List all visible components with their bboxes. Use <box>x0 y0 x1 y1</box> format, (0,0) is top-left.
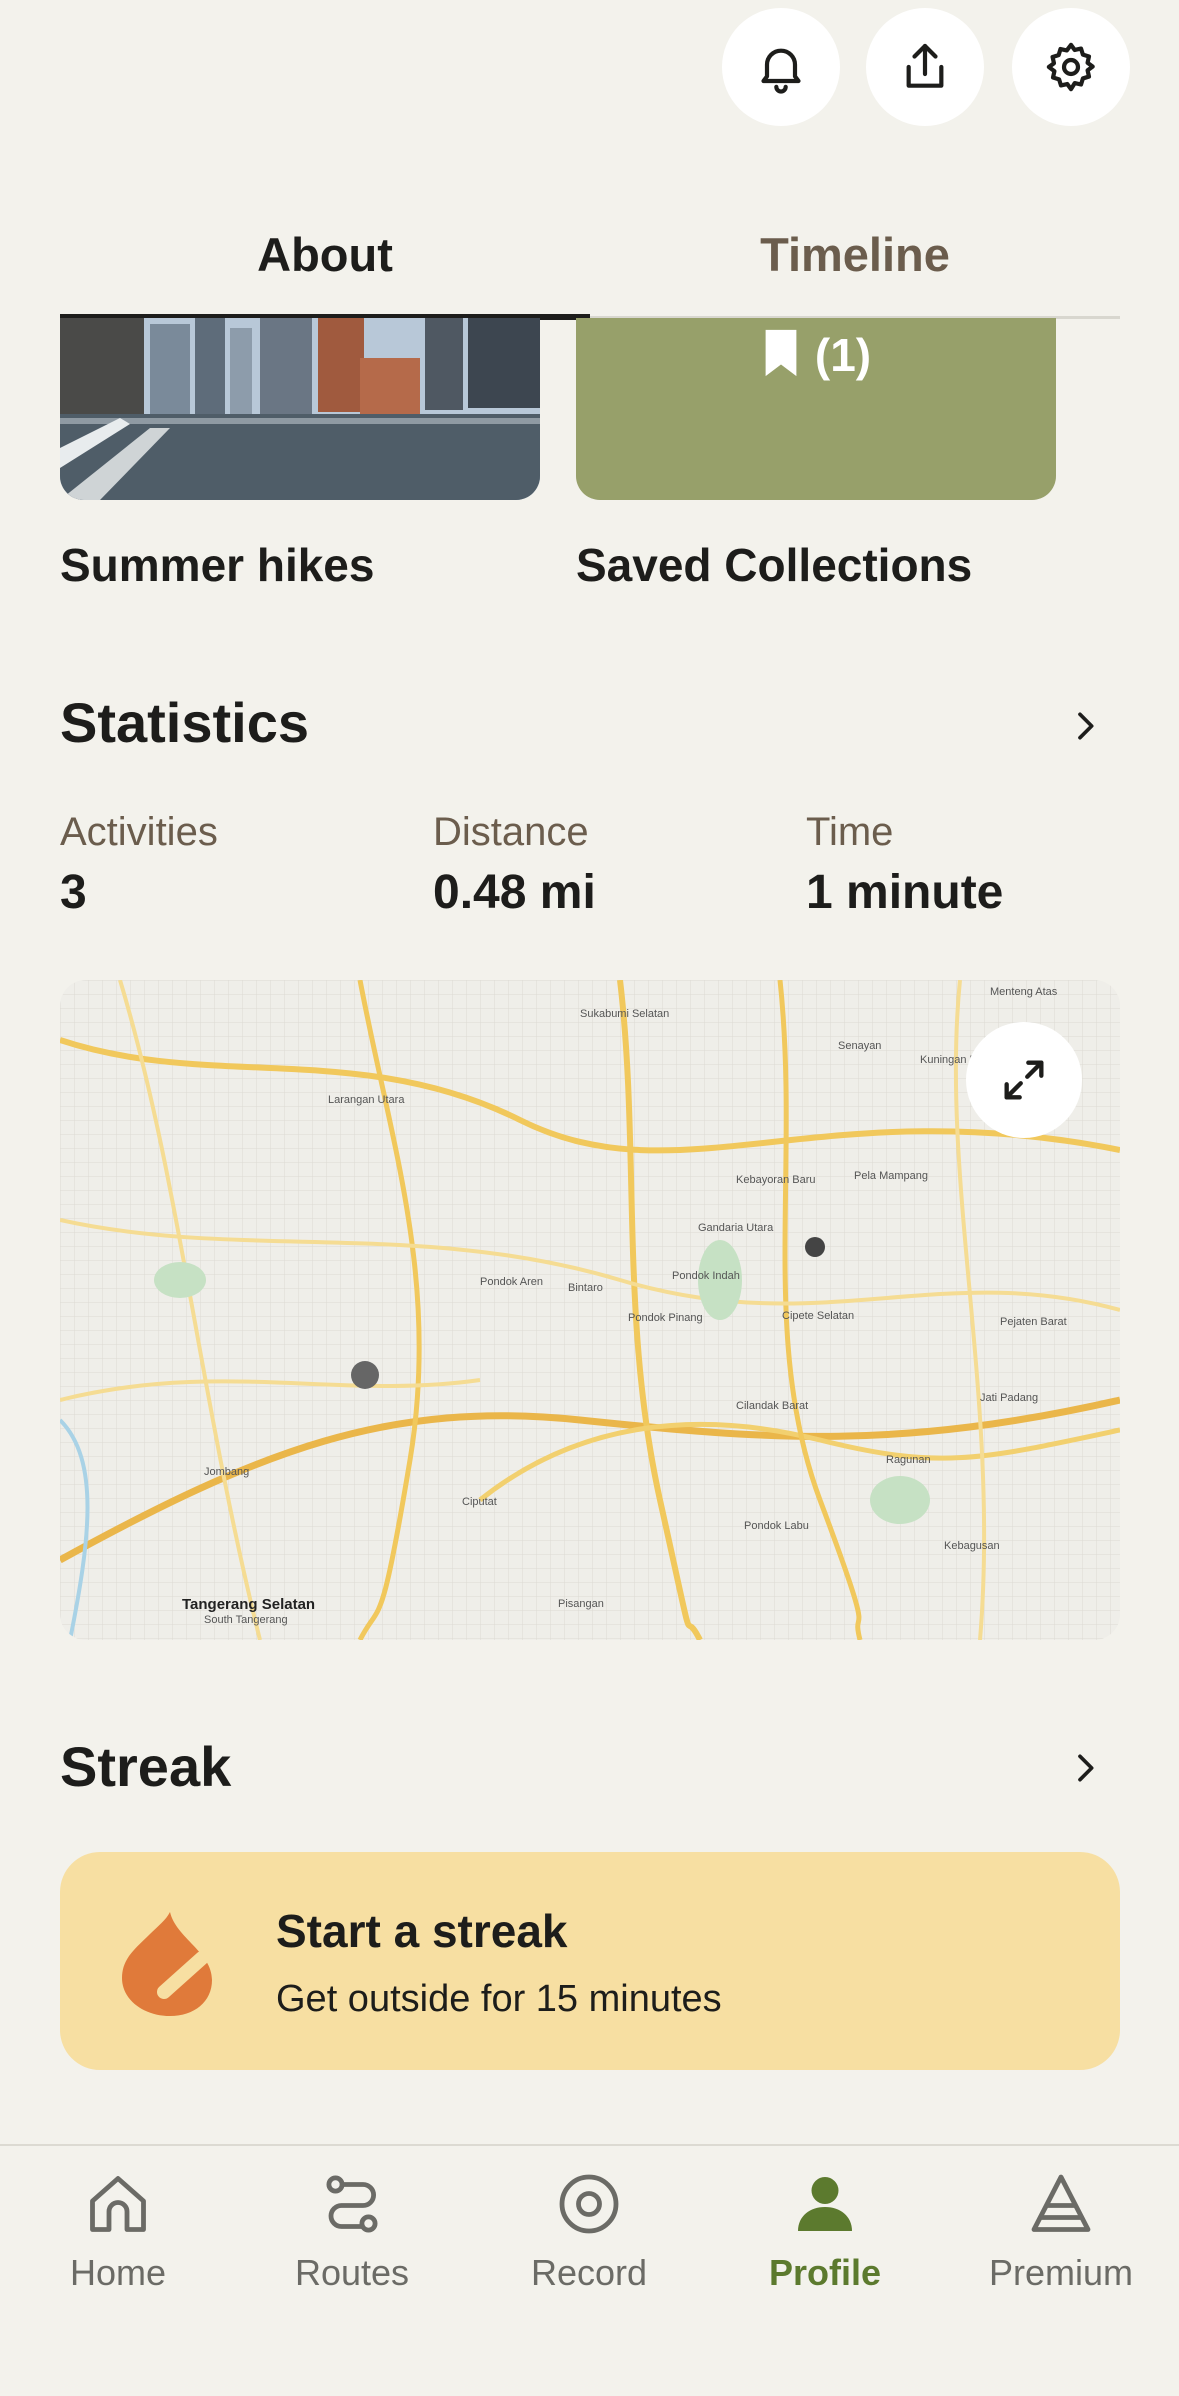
profile-icon <box>798 2177 852 2231</box>
share-button[interactable] <box>866 8 984 126</box>
map-label: Kebagusan <box>944 1540 1000 1552</box>
bottom-navigation: Home Routes Record Profile Premium <box>0 2144 1179 2396</box>
city-river-photo <box>60 318 540 500</box>
stat-value: 0.48 mi <box>433 866 596 919</box>
map-label: Pela Mampang <box>854 1170 928 1182</box>
map-label: Larangan Utara <box>328 1094 405 1106</box>
nav-label: Routes <box>294 2252 410 2293</box>
stat-value: 1 minute <box>806 866 1004 919</box>
map-label: Cipete Selatan <box>782 1310 855 1322</box>
map-label: Jombang <box>204 1466 250 1478</box>
stat-activities: Activities 3 <box>60 810 218 920</box>
activity-map[interactable]: Tangerang Selatan South Tangerang Pondok… <box>60 980 1120 1640</box>
notifications-button[interactable] <box>722 8 840 126</box>
map-label: Pondok Labu <box>744 1520 809 1532</box>
map-label: Senayan <box>838 1040 882 1052</box>
expand-icon <box>1004 1060 1044 1100</box>
map-label: Pondok Indah <box>672 1270 740 1282</box>
map-label: Cilandak Barat <box>736 1400 809 1412</box>
saved-count: (1) <box>814 329 872 381</box>
home-icon <box>90 2176 146 2232</box>
streak-card-subtitle: Get outside for 15 minutes <box>276 1978 722 2020</box>
start-streak-card[interactable]: Start a streak Get outside for 15 minute… <box>60 1852 1120 2070</box>
stat-label: Distance <box>433 810 589 854</box>
nav-home[interactable]: Home <box>0 2146 236 2316</box>
map-label: Tangerang Selatan <box>182 1596 316 1613</box>
stat-time: Time 1 minute <box>806 810 1003 920</box>
stat-label: Activities <box>60 810 218 854</box>
nav-routes[interactable]: Routes <box>234 2146 470 2316</box>
collection-title-summer-hikes[interactable]: Summer hikes <box>60 538 374 592</box>
streak-chevron-right-icon[interactable] <box>1065 1748 1105 1788</box>
saved-count-badge: (1) <box>761 328 871 500</box>
streak-heading[interactable]: Streak <box>60 1734 231 1799</box>
stat-value: 3 <box>60 866 87 919</box>
record-icon <box>559 2174 619 2234</box>
map-label: Kebayoran Baru <box>736 1174 816 1186</box>
map-label: Sukabumi Selatan <box>580 1008 670 1020</box>
summer-hikes-thumbnail[interactable] <box>60 318 540 500</box>
tab-timeline[interactable]: Timeline <box>590 190 1120 318</box>
stat-distance: Distance 0.48 mi <box>433 810 596 920</box>
map-label: Pondok Pinang <box>628 1312 703 1324</box>
tab-about[interactable]: About <box>60 190 590 318</box>
nav-label: Premium <box>988 2252 1134 2293</box>
routes-icon <box>326 2175 378 2233</box>
map-label: Jati Padang <box>980 1392 1039 1404</box>
stat-label: Time <box>806 810 894 854</box>
settings-button[interactable] <box>1012 8 1130 126</box>
nav-label: Record <box>530 2252 648 2293</box>
profile-tabs: About Timeline <box>60 190 1120 320</box>
nav-record[interactable]: Record <box>471 2146 707 2316</box>
expand-map-button[interactable] <box>966 1022 1082 1138</box>
map-label: Pisangan <box>558 1598 604 1610</box>
statistics-chevron-right-icon[interactable] <box>1065 706 1105 746</box>
streak-card-title: Start a streak <box>276 1905 568 1957</box>
map-label: South Tangerang <box>204 1614 288 1626</box>
bookmark-icon <box>765 329 797 377</box>
statistics-heading[interactable]: Statistics <box>60 690 309 755</box>
nav-label: Home <box>69 2252 167 2293</box>
nav-premium[interactable]: Premium <box>943 2146 1179 2316</box>
bell-icon <box>761 48 801 94</box>
map-label: Ragunan <box>886 1454 931 1466</box>
premium-icon <box>1031 2174 1091 2232</box>
collection-title-saved[interactable]: Saved Collections <box>576 538 972 592</box>
map-label: Menteng Atas <box>990 986 1058 998</box>
map-label: Ciputat <box>462 1496 497 1508</box>
map-label: Pondok Aren <box>480 1276 543 1288</box>
flame-icon <box>122 1912 212 2016</box>
map-label: Gandaria Utara <box>698 1222 774 1234</box>
saved-collections-thumbnail[interactable]: (1) <box>576 318 1056 500</box>
gear-icon <box>1046 42 1095 92</box>
nav-profile[interactable]: Profile <box>707 2146 943 2316</box>
nav-label: Profile <box>768 2252 882 2293</box>
map-label: Pejaten Barat <box>1000 1316 1067 1328</box>
map-label: Bintaro <box>568 1282 603 1294</box>
share-icon <box>906 43 944 88</box>
collections-row: (1) Summer hikes Saved Collections <box>0 318 1179 608</box>
